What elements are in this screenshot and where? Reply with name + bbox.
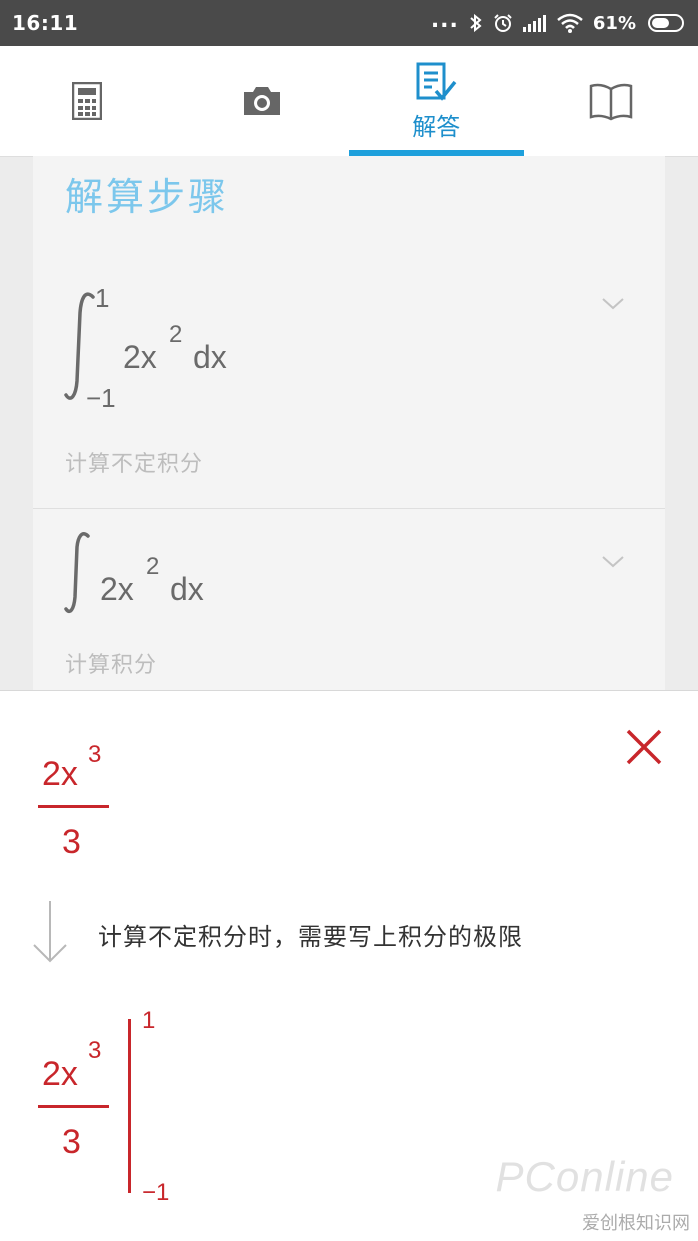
result-numerator: 2x	[42, 755, 78, 794]
camera-icon	[241, 84, 283, 118]
fraction-bar	[38, 805, 109, 808]
result-exponent: 3	[88, 741, 101, 769]
wifi-icon	[557, 13, 583, 33]
battery-percent: 61%	[593, 13, 636, 34]
alarm-icon	[493, 13, 513, 33]
step-note: 计算不定积分时，需要写上积分的极限	[98, 917, 523, 952]
step-detail-sheet: 2x 3 3 计算不定积分时，需要写上积分的极限 2x 3 3 1 −1 PCo…	[0, 690, 698, 1241]
answer-icon	[414, 61, 458, 105]
integrand-dx: dx	[193, 339, 227, 376]
battery-icon	[648, 14, 684, 32]
bluetooth-icon	[469, 13, 483, 33]
tab-book[interactable]	[524, 46, 698, 156]
integrand-exponent: 2	[146, 553, 159, 581]
lower-limit: −1	[86, 383, 116, 414]
watermark-sub: 爱创根知识网	[582, 1209, 690, 1235]
evaluated-lower-limit: −1	[142, 1179, 169, 1207]
evaluated-numerator: 2x	[42, 1055, 78, 1094]
tab-solution[interactable]: 解答	[349, 46, 524, 156]
tab-camera[interactable]	[175, 46, 350, 156]
step-description: 计算不定积分	[65, 446, 203, 478]
status-time: 16:11	[12, 11, 78, 35]
status-bar: 16:11 ... 61%	[0, 0, 698, 46]
tab-calculator[interactable]	[0, 46, 175, 156]
chevron-down-icon[interactable]	[601, 549, 625, 573]
arrow-down-icon	[30, 899, 70, 965]
tab-bar: 解答	[0, 46, 698, 157]
evaluation-bar	[128, 1019, 131, 1193]
signal-icon	[523, 14, 547, 32]
integrand-dx: dx	[170, 571, 204, 608]
integrand-exponent: 2	[169, 321, 182, 349]
evaluated-exponent: 3	[88, 1037, 101, 1065]
integrand-base: 2x	[123, 339, 157, 376]
result-denominator: 3	[62, 823, 81, 862]
tab-solution-label: 解答	[412, 107, 460, 142]
upper-limit: 1	[95, 283, 109, 314]
integrand-base: 2x	[100, 571, 134, 608]
status-icons: ... 61%	[431, 13, 684, 34]
step-description: 计算积分	[65, 647, 157, 679]
close-icon[interactable]	[620, 723, 668, 771]
calculator-icon	[72, 82, 102, 120]
steps-title: 解算步骤	[65, 166, 229, 221]
evaluated-denominator: 3	[62, 1123, 81, 1162]
battery-fill	[652, 18, 669, 28]
notification-dots: ...	[431, 8, 459, 33]
step-item-definite-integral[interactable]: 1 −1 2x 2 dx 计算不定积分	[33, 271, 665, 508]
chevron-down-icon[interactable]	[601, 291, 625, 315]
watermark: PConline	[496, 1153, 674, 1201]
integral-sign	[63, 531, 93, 615]
book-icon	[588, 81, 634, 121]
evaluated-upper-limit: 1	[142, 1007, 155, 1035]
solution-steps-card: 解算步骤 1 −1 2x 2 dx 计算不定积分 2x 2 dx 计算积分	[33, 156, 665, 696]
fraction-bar	[38, 1105, 109, 1108]
step-item-indefinite-integral[interactable]: 2x 2 dx 计算积分	[33, 509, 665, 699]
